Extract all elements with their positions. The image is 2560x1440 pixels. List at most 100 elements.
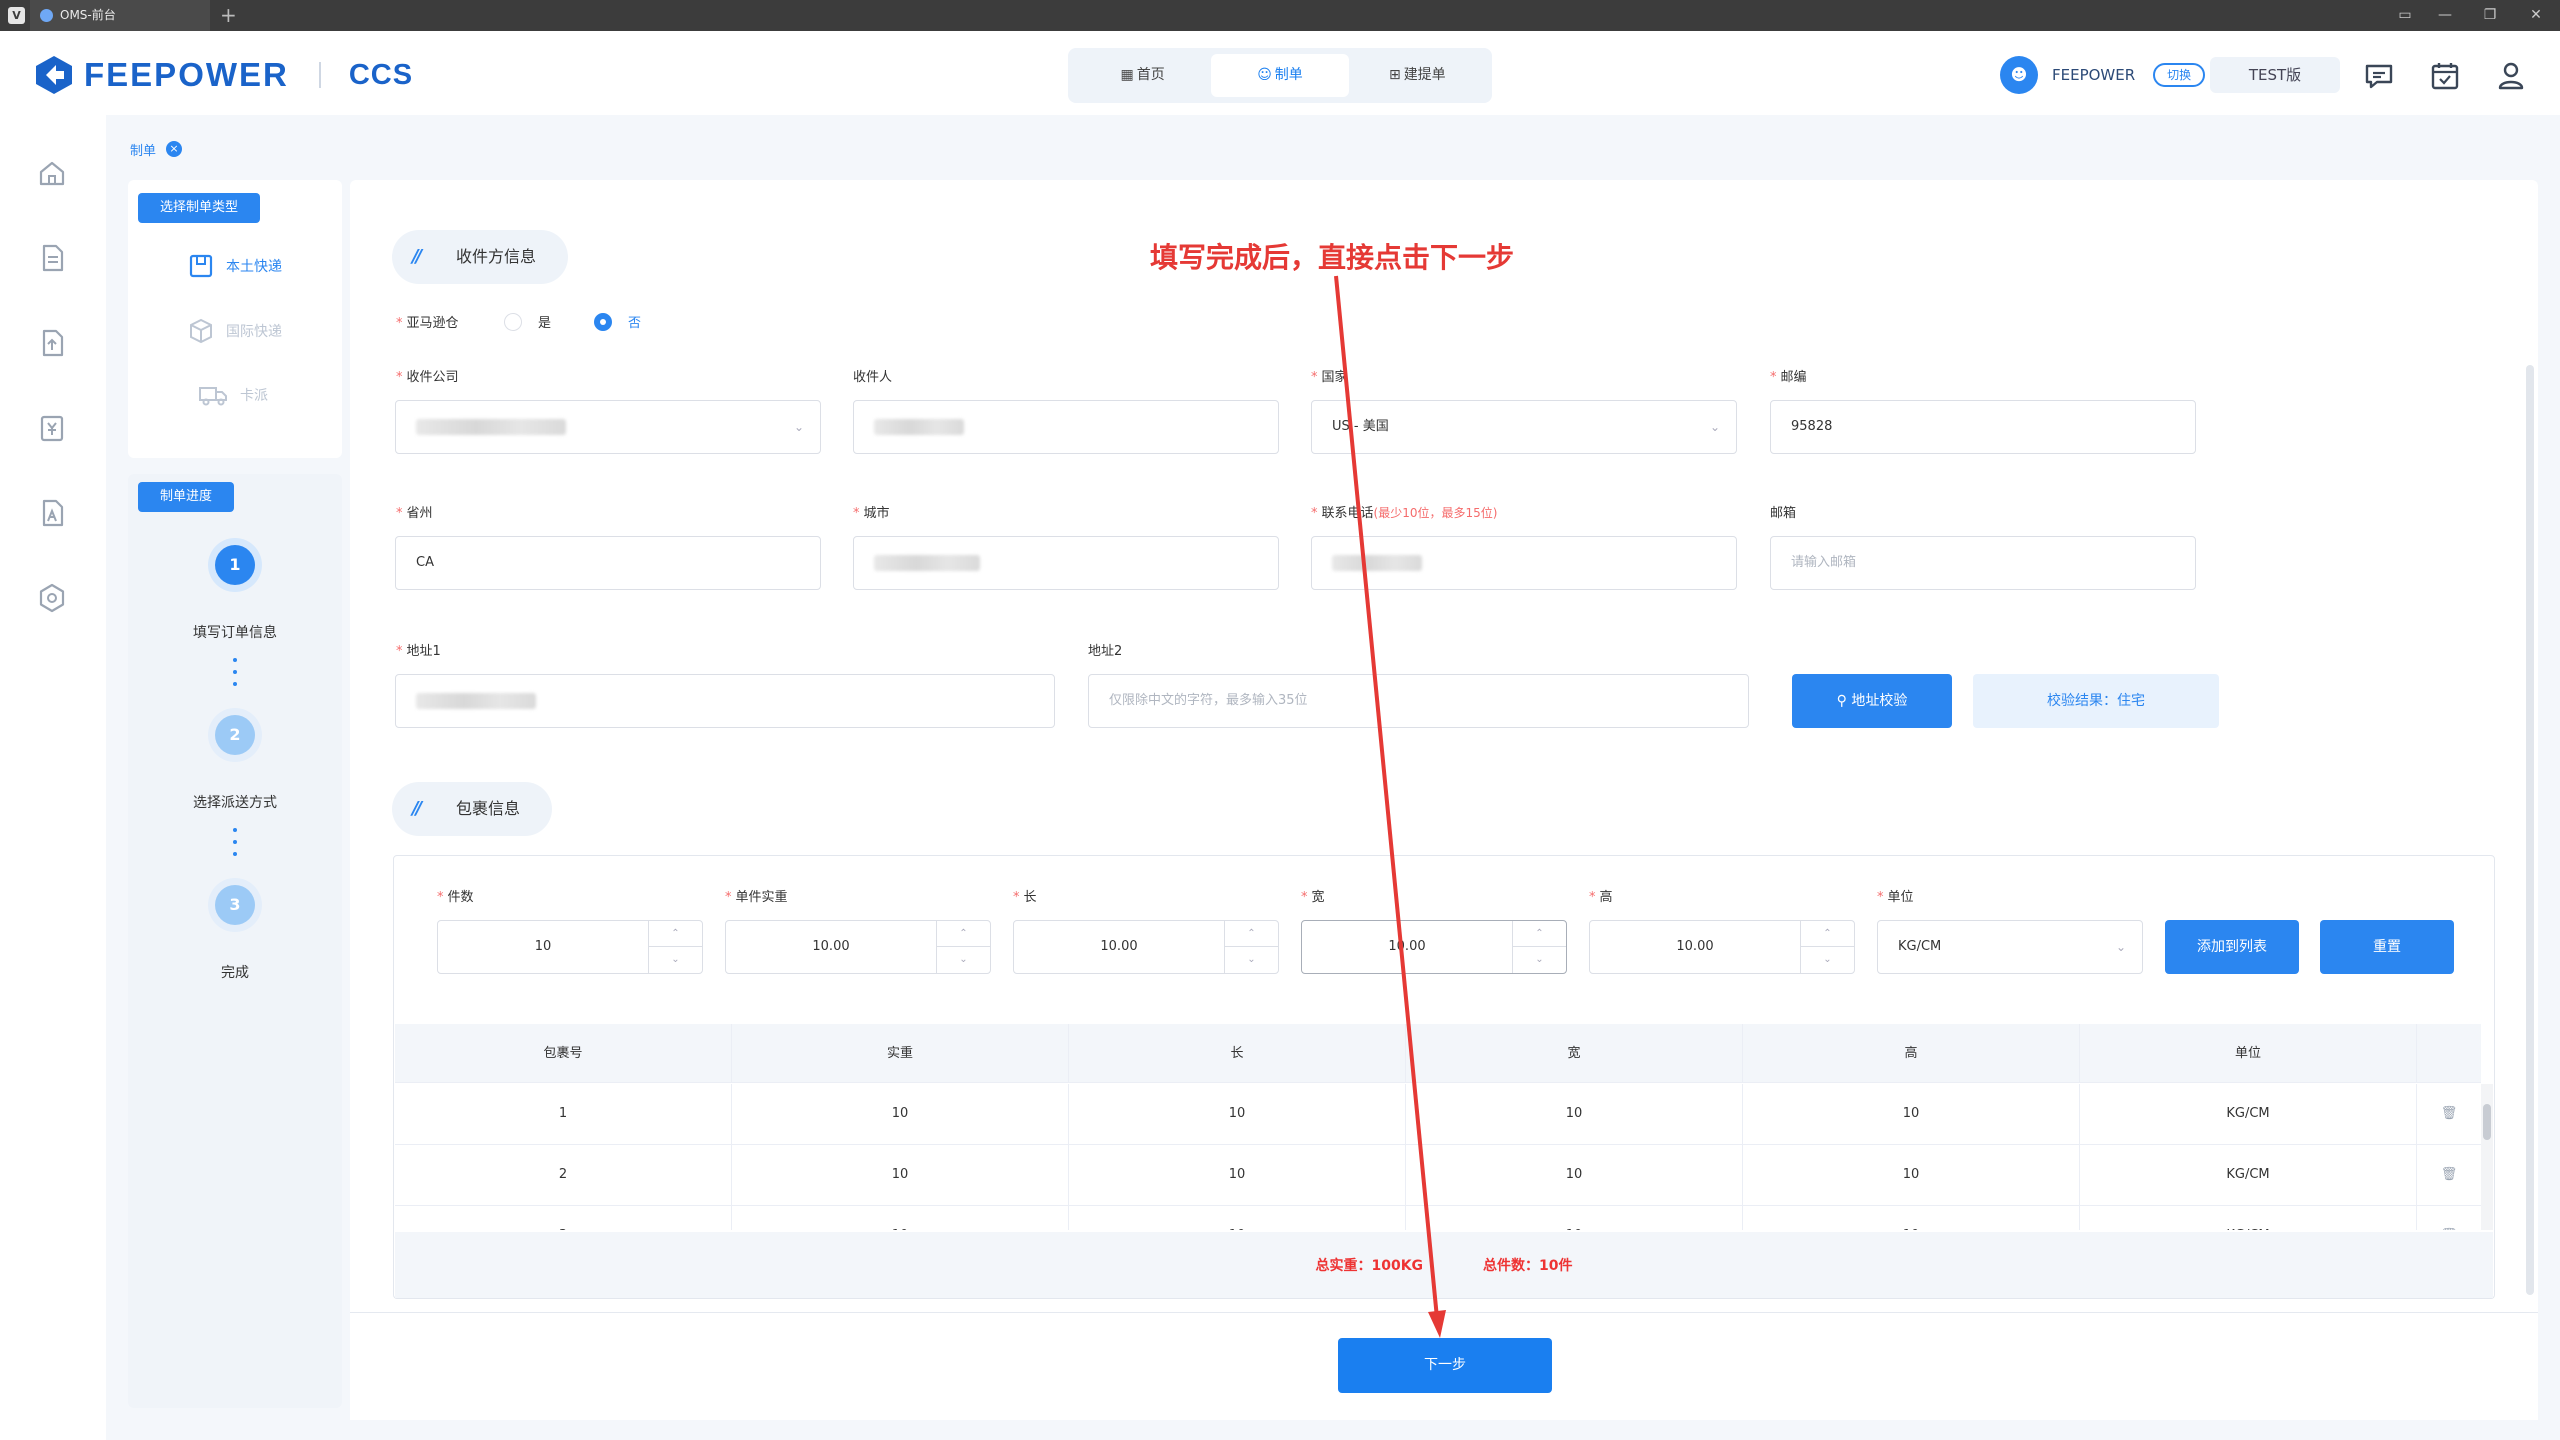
address-verify-button[interactable]: ⚲ 地址校验 [1792, 674, 1952, 728]
stepper-controls: ⌃ ⌄ [936, 921, 990, 973]
nav-create-order[interactable]: ☺ 制单 [1211, 54, 1349, 97]
delete-row-icon[interactable]: 🗑 [2417, 1206, 2481, 1230]
email-input[interactable]: 请输入邮箱 [1770, 536, 2196, 590]
package-section-label: 包裹信息 [456, 799, 521, 818]
increment-icon[interactable]: ⌃ [649, 921, 702, 947]
bill-icon[interactable] [36, 412, 68, 444]
reset-button[interactable]: 重置 [2320, 920, 2454, 974]
table-scrollbar[interactable] [2481, 1084, 2493, 1230]
type-international-express[interactable]: 国际快递 [188, 318, 282, 344]
phone-input[interactable] [1311, 536, 1737, 590]
scrollbar-thumb[interactable] [2483, 1104, 2491, 1140]
breadcrumb[interactable]: 制单 × [130, 137, 183, 161]
pieces-stepper[interactable]: 10 ⌃ ⌄ [437, 920, 703, 974]
email-placeholder: 请输入邮箱 [1791, 555, 1857, 570]
zip-input[interactable]: 95828 [1770, 400, 2196, 454]
type-domestic-express[interactable]: 本土快递 [188, 253, 282, 279]
verify-result: 校验结果：住宅 [1973, 674, 2219, 728]
home-icon[interactable] [36, 157, 68, 189]
decrement-icon[interactable]: ⌄ [1225, 947, 1278, 973]
decrement-icon[interactable]: ⌄ [1513, 947, 1566, 973]
window-restore-icon[interactable]: ❐ [2468, 0, 2512, 31]
city-input[interactable] [853, 536, 1279, 590]
cell-package-no: 1 [395, 1084, 732, 1144]
delete-row-icon[interactable]: 🗑 [2417, 1084, 2481, 1144]
state-input[interactable]: CA [395, 536, 821, 590]
address1-input[interactable] [395, 674, 1055, 728]
chevron-down-icon: ⌄ [1709, 420, 1720, 434]
package-table: 包裹号 实重 长 宽 高 单位 1 10 10 10 10 KG/CM 🗑 2 … [395, 1024, 2493, 1230]
company-label: * 收件公司 [396, 370, 459, 385]
nav-home[interactable]: ▦ 首页 [1074, 54, 1211, 97]
amazon-no-radio[interactable]: 否 [594, 312, 641, 331]
package-totals: 总实重：100KG 总件数：10件 [395, 1232, 2493, 1298]
address2-label: 地址2 [1088, 640, 1122, 659]
nav-bill-label: 建提单 [1403, 67, 1446, 83]
cell-width: 10 [1406, 1084, 1743, 1144]
order-type-title: 选择制单类型 [138, 193, 261, 223]
window-minimize-icon[interactable]: — [2423, 0, 2467, 31]
close-tab-icon[interactable]: × [166, 141, 183, 157]
weight-label: * 单件实重 [725, 890, 788, 905]
length-stepper[interactable]: 10.00 ⌃ ⌄ [1013, 920, 1279, 974]
increment-icon[interactable]: ⌃ [1513, 921, 1566, 947]
settings-icon[interactable] [36, 582, 68, 614]
translate-document-icon[interactable] [36, 497, 68, 529]
upload-document-icon[interactable] [36, 327, 68, 359]
contact-input[interactable] [853, 400, 1279, 454]
redacted-value [1332, 554, 1422, 571]
user-profile-icon[interactable] [2494, 59, 2528, 93]
address-verify-label: 地址校验 [1851, 693, 1908, 709]
amazon-yes-radio[interactable]: 是 [504, 312, 551, 331]
state-label-text: 省州 [406, 506, 433, 521]
pieces-value: 10 [534, 939, 552, 954]
length-label-text: 长 [1023, 890, 1037, 905]
delete-row-icon[interactable]: 🗑 [2417, 1145, 2481, 1205]
step-connector [232, 658, 238, 694]
grid-icon: ▦ [1120, 67, 1134, 83]
browser-tab[interactable]: OMS-前台 [30, 0, 210, 31]
city-label-text: 城市 [863, 506, 890, 521]
country-select[interactable]: US - 美国 ⌄ [1311, 400, 1737, 454]
message-icon[interactable] [2362, 59, 2396, 93]
window-close-icon[interactable]: ✕ [2514, 0, 2558, 31]
width-stepper[interactable]: 10.00 ⌃ ⌄ [1301, 920, 1567, 974]
country-label-text: 国家 [1321, 370, 1348, 385]
height-stepper[interactable]: 10.00 ⌃ ⌄ [1589, 920, 1855, 974]
cell-length: 10 [1069, 1145, 1406, 1205]
unit-select[interactable]: KG/CM ⌄ [1877, 920, 2143, 974]
type-international-label: 国际快递 [226, 324, 282, 340]
address2-input[interactable]: 仅限除中文的字符，最多输入35位 [1088, 674, 1749, 728]
table-row: 3 10 10 10 10 KG/CM 🗑 [395, 1206, 2481, 1230]
table-header-row: 包裹号 实重 长 宽 高 单位 [395, 1024, 2481, 1083]
calendar-icon[interactable] [2428, 59, 2462, 93]
decrement-icon[interactable]: ⌄ [1801, 947, 1854, 973]
window-pin-icon[interactable]: ▭ [2383, 0, 2427, 31]
stepper-controls: ⌃ ⌄ [1800, 921, 1854, 973]
col-width: 宽 [1406, 1024, 1743, 1082]
new-tab-button[interactable]: + [220, 0, 237, 30]
decrement-icon[interactable]: ⌄ [937, 947, 990, 973]
unit-label-text: 单位 [1887, 890, 1914, 905]
increment-icon[interactable]: ⌃ [937, 921, 990, 947]
col-package-no: 包裹号 [395, 1024, 732, 1082]
add-to-list-button[interactable]: 添加到列表 [2165, 920, 2299, 974]
switch-account-button[interactable]: 切换 [2153, 63, 2206, 87]
increment-icon[interactable]: ⌃ [1225, 921, 1278, 947]
logo[interactable]: FEEPOWER CCS [32, 53, 413, 97]
type-truck-delivery[interactable]: 卡派 [198, 382, 268, 408]
package-box-icon [189, 254, 213, 278]
country-value: US - 美国 [1332, 419, 1389, 434]
document-icon[interactable] [36, 242, 68, 274]
section-slash-icon: // [412, 246, 422, 267]
increment-icon[interactable]: ⌃ [1801, 921, 1854, 947]
company-select[interactable]: ⌄ [395, 400, 821, 454]
decrement-icon[interactable]: ⌄ [649, 947, 702, 973]
weight-stepper[interactable]: 10.00 ⌃ ⌄ [725, 920, 991, 974]
nav-bill-of-lading[interactable]: ⊞ 建提单 [1349, 54, 1486, 97]
next-step-button[interactable]: 下一步 [1338, 1338, 1552, 1393]
page-scrollbar[interactable] [2526, 365, 2534, 1295]
avatar[interactable]: ☻ [2000, 56, 2038, 94]
pieces-label: * 件数 [437, 890, 474, 905]
browser-menu-icon[interactable]: V [8, 7, 25, 24]
